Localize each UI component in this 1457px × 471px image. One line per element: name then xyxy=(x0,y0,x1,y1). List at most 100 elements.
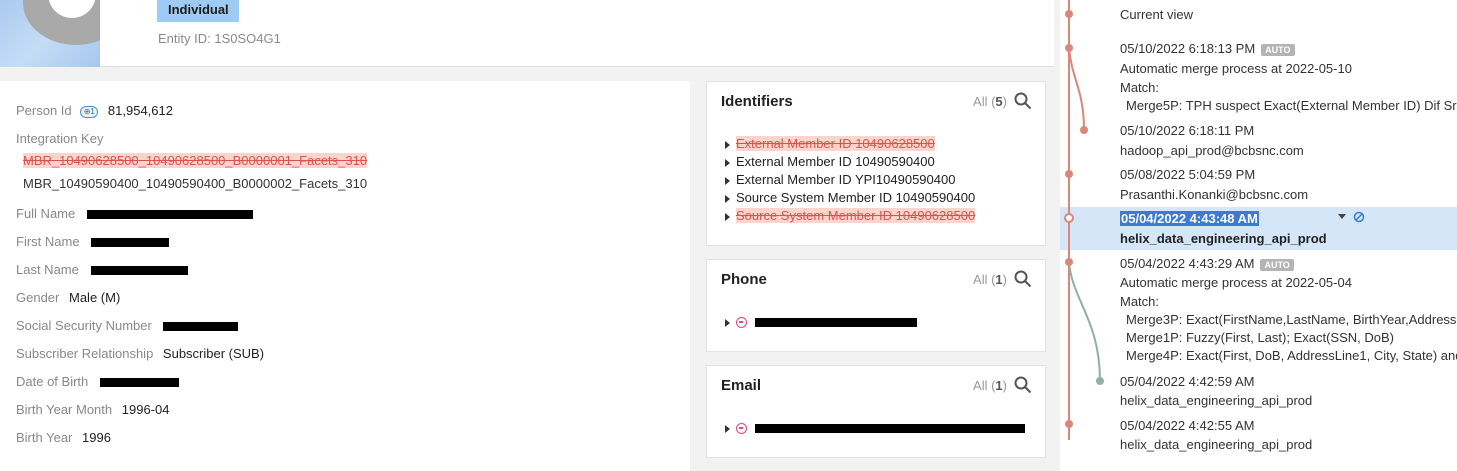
search-icon[interactable] xyxy=(1014,92,1032,110)
history-entry-line: Merge5P: TPH suspect Exact(External Memb… xyxy=(1126,98,1457,113)
identifier-text: External Member ID 10490628500 xyxy=(736,136,935,151)
last-name-row: Last Name xyxy=(16,262,188,277)
identifier-text: External Member ID 10490590400 xyxy=(736,154,935,169)
expand-caret-icon[interactable] xyxy=(725,140,730,149)
email-card: Email All (1) xyxy=(706,365,1046,458)
history-entry-time[interactable]: 05/04/2022 4:43:29 AM AUTO xyxy=(1120,256,1294,271)
history-user: helix_data_engineering_api_prod xyxy=(1120,437,1313,452)
history-time[interactable]: 05/10/2022 6:18:11 PM xyxy=(1120,123,1254,138)
email-count[interactable]: All (1) xyxy=(973,378,1007,393)
count-value: 1 xyxy=(995,378,1003,393)
birth-year-month-label: Birth Year Month xyxy=(16,402,113,417)
integration-key-row: Integration Key xyxy=(16,131,103,146)
search-icon[interactable] xyxy=(1014,270,1032,288)
count-suffix: ) xyxy=(1002,378,1007,393)
history-selected-time[interactable]: 05/04/2022 4:43:48 AM xyxy=(1120,211,1259,226)
source-icon xyxy=(736,423,747,435)
redacted-value xyxy=(86,210,253,220)
phone-item[interactable] xyxy=(725,314,917,329)
history-user: hadoop_api_prod@bcbsnc.com xyxy=(1120,143,1304,158)
identifier-item[interactable]: Source System Member ID 10490590400 xyxy=(725,190,975,205)
identifiers-title: Identifiers xyxy=(721,93,793,110)
history-user: helix_data_engineering_api_prod xyxy=(1120,231,1327,246)
attributes-panel: Person Id ⊕1 81,954,612 Integration Key … xyxy=(0,81,690,471)
history-user: helix_data_engineering_api_prod xyxy=(1120,393,1313,408)
phone-title: Phone xyxy=(721,271,767,288)
expand-caret-icon[interactable] xyxy=(725,212,730,221)
history-time[interactable]: 05/04/2022 4:42:59 AM xyxy=(1120,374,1254,389)
expand-caret-icon[interactable] xyxy=(725,318,730,327)
identifier-text: External Member ID YPI10490590400 xyxy=(736,172,956,187)
ssn-row: Social Security Number xyxy=(16,318,239,333)
expand-caret-icon[interactable] xyxy=(725,158,730,167)
full-name-row: Full Name xyxy=(16,206,253,221)
history-entry-line: Merge1P: Fuzzy(First, Last); Exact(SSN, … xyxy=(1126,330,1395,345)
redacted-value xyxy=(755,424,1025,434)
birth-year-value: 1996 xyxy=(82,430,111,445)
dob-label: Date of Birth xyxy=(16,374,89,389)
redacted-value xyxy=(755,318,917,328)
history-entry-line: Match: xyxy=(1120,294,1160,309)
identifiers-card: Identifiers All (5) External Member ID 1… xyxy=(706,81,1046,246)
identifier-item[interactable]: External Member ID YPI10490590400 xyxy=(725,172,955,187)
person-id-row: Person Id ⊕1 81,954,612 xyxy=(16,103,173,118)
birth-year-label: Birth Year xyxy=(16,430,73,445)
history-time[interactable]: 05/04/2022 4:42:55 AM xyxy=(1120,418,1254,433)
identifier-item[interactable]: Source System Member ID 10490628500 xyxy=(725,208,976,223)
count-prefix: All ( xyxy=(973,272,996,287)
history-entry-line: Automatic merge process at 2022-05-04 xyxy=(1120,275,1352,290)
history-panel: Current view 05/10/2022 6:18:13 PM AUTO A… xyxy=(1060,0,1457,471)
entity-header: Individual Entity ID: 1S0SO4G1 xyxy=(0,0,1054,67)
auto-badge: AUTO xyxy=(1260,258,1294,271)
unmerge-icon[interactable] xyxy=(1353,211,1365,223)
gender-value: Male (M) xyxy=(69,290,121,305)
history-time: 05/04/2022 4:43:48 AM xyxy=(1120,211,1259,226)
birth-year-month-value: 1996-04 xyxy=(121,402,170,417)
identifier-text: Source System Member ID 10490590400 xyxy=(736,190,976,205)
identifier-item[interactable]: External Member ID 10490628500 xyxy=(725,136,935,151)
subscriber-relationship-value: Subscriber (SUB) xyxy=(162,346,265,361)
identifier-text: Source System Member ID 10490628500 xyxy=(736,208,976,223)
search-icon[interactable] xyxy=(1014,376,1032,394)
redacted-value xyxy=(91,238,170,248)
gender-label: Gender xyxy=(16,290,60,305)
count-value: 1 xyxy=(995,272,1003,287)
count-value: 5 xyxy=(995,94,1003,109)
expand-caret-icon[interactable] xyxy=(725,194,730,203)
person-link-icon[interactable]: ⊕1 xyxy=(80,105,99,118)
history-entry-line: Automatic merge process at 2022-05-10 xyxy=(1120,61,1352,76)
count-suffix: ) xyxy=(1002,272,1007,287)
history-current-view[interactable]: Current view xyxy=(1120,7,1193,22)
history-time: 05/04/2022 4:43:29 AM xyxy=(1120,256,1255,271)
phone-count[interactable]: All (1) xyxy=(973,272,1007,287)
integration-key-item: MBR_10490590400_10490590400_B0000002_Fac… xyxy=(23,176,368,191)
subscriber-relationship-row: Subscriber Relationship Subscriber (SUB) xyxy=(16,346,264,361)
redacted-value xyxy=(99,378,179,388)
last-name-label: Last Name xyxy=(16,262,79,277)
count-prefix: All ( xyxy=(973,378,996,393)
history-entry-line: Merge4P: Exact(First, DoB, AddressLine1,… xyxy=(1126,348,1457,363)
identifiers-count[interactable]: All (5) xyxy=(973,94,1007,109)
full-name-label: Full Name xyxy=(16,206,76,221)
history-entry-time[interactable]: 05/10/2022 6:18:13 PM AUTO xyxy=(1120,41,1295,56)
count-suffix: ) xyxy=(1002,94,1007,109)
first-name-label: First Name xyxy=(16,234,80,249)
person-id-label: Person Id xyxy=(16,103,72,118)
auto-badge: AUTO xyxy=(1261,43,1295,56)
source-icon xyxy=(736,317,747,329)
redacted-value xyxy=(90,266,188,276)
gender-row: Gender Male (M) xyxy=(16,290,120,305)
identifier-item[interactable]: External Member ID 10490590400 xyxy=(725,154,935,169)
history-time: 05/10/2022 6:18:13 PM xyxy=(1120,41,1256,56)
avatar xyxy=(0,0,100,67)
expand-caret-icon[interactable] xyxy=(725,176,730,185)
redacted-value xyxy=(163,322,239,332)
history-entry-line: Merge3P: Exact(FirstName,LastName, Birth… xyxy=(1126,312,1457,327)
count-prefix: All ( xyxy=(973,94,996,109)
entity-type-badge: Individual xyxy=(157,0,239,22)
history-time[interactable]: 05/08/2022 5:04:59 PM xyxy=(1120,167,1255,182)
expand-caret-icon[interactable] xyxy=(725,424,730,433)
dob-row: Date of Birth xyxy=(16,374,179,389)
email-item[interactable] xyxy=(725,420,1025,435)
dropdown-arrow-icon[interactable] xyxy=(1337,213,1347,221)
